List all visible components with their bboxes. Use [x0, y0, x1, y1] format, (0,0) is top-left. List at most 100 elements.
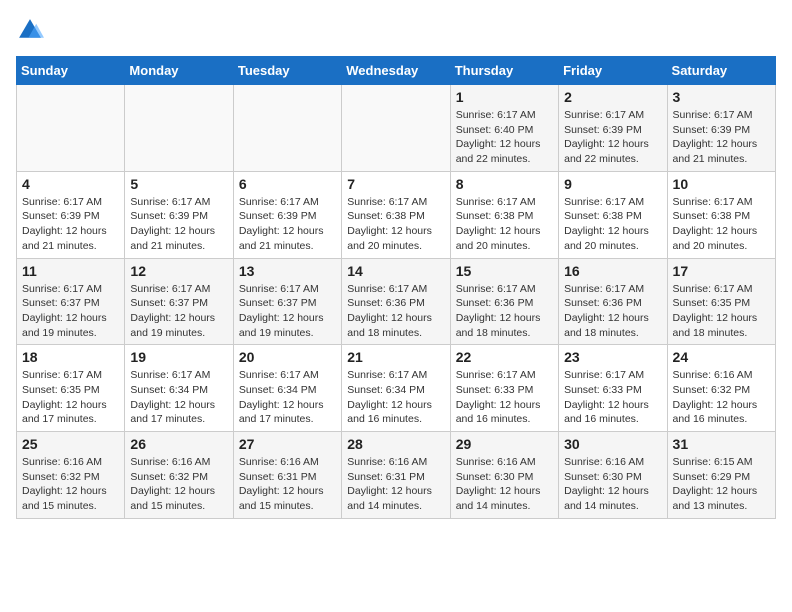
calendar-cell: 18 Sunrise: 6:17 AMSunset: 6:35 PMDayligh…	[17, 345, 125, 432]
calendar-cell	[233, 85, 341, 172]
day-info: Sunrise: 6:17 AMSunset: 6:39 PMDaylight:…	[130, 195, 227, 254]
day-number: 15	[456, 263, 553, 279]
calendar-week-row: 11 Sunrise: 6:17 AMSunset: 6:37 PMDayligh…	[17, 258, 776, 345]
calendar-cell: 21Sunrise: 6:17 AMSunset: 6:34 PMDayligh…	[342, 345, 450, 432]
day-info: Sunrise: 6:17 AMSunset: 6:38 PMDaylight:…	[564, 195, 661, 254]
calendar-cell: 2Sunrise: 6:17 AMSunset: 6:39 PMDaylight…	[559, 85, 667, 172]
day-number: 13	[239, 263, 336, 279]
day-info: Sunrise: 6:17 AMSunset: 6:34 PMDaylight:…	[239, 368, 336, 427]
calendar-cell: 17 Sunrise: 6:17 AMSunset: 6:35 PMDayligh…	[667, 258, 775, 345]
calendar-cell: 6 Sunrise: 6:17 AMSunset: 6:39 PMDaylight…	[233, 171, 341, 258]
day-info: Sunrise: 6:15 AMSunset: 6:29 PMDaylight:…	[673, 455, 770, 514]
day-number: 6	[239, 176, 336, 192]
day-number: 17	[673, 263, 770, 279]
day-number: 18	[22, 349, 119, 365]
day-number: 26	[130, 436, 227, 452]
calendar-cell: 11 Sunrise: 6:17 AMSunset: 6:37 PMDayligh…	[17, 258, 125, 345]
day-number: 7	[347, 176, 444, 192]
calendar-cell: 23 Sunrise: 6:17 AMSunset: 6:33 PMDayligh…	[559, 345, 667, 432]
day-number: 31	[673, 436, 770, 452]
day-info: Sunrise: 6:16 AMSunset: 6:30 PMDaylight:…	[564, 455, 661, 514]
day-number: 10	[673, 176, 770, 192]
day-info: Sunrise: 6:17 AMSunset: 6:37 PMDaylight:…	[130, 282, 227, 341]
calendar-cell: 9 Sunrise: 6:17 AMSunset: 6:38 PMDaylight…	[559, 171, 667, 258]
calendar-cell: 13 Sunrise: 6:17 AMSunset: 6:37 PMDayligh…	[233, 258, 341, 345]
day-number: 22	[456, 349, 553, 365]
day-info: Sunrise: 6:16 AMSunset: 6:32 PMDaylight:…	[22, 455, 119, 514]
day-info: Sunrise: 6:17 AMSunset: 6:38 PMDaylight:…	[456, 195, 553, 254]
calendar-week-row: 18 Sunrise: 6:17 AMSunset: 6:35 PMDayligh…	[17, 345, 776, 432]
day-info: Sunrise: 6:16 AMSunset: 6:32 PMDaylight:…	[130, 455, 227, 514]
calendar-week-row: 1 Sunrise: 6:17 AMSunset: 6:40 PMDaylight…	[17, 85, 776, 172]
day-number: 27	[239, 436, 336, 452]
day-info: Sunrise: 6:17 AMSunset: 6:39 PMDaylight:…	[673, 108, 770, 167]
calendar-cell: 24 Sunrise: 6:16 AMSunset: 6:32 PMDayligh…	[667, 345, 775, 432]
day-info: Sunrise: 6:17 AMSunset: 6:39 PMDaylight:…	[22, 195, 119, 254]
calendar-cell: 7Sunrise: 6:17 AMSunset: 6:38 PMDaylight…	[342, 171, 450, 258]
day-number: 9	[564, 176, 661, 192]
calendar-cell: 12Sunrise: 6:17 AMSunset: 6:37 PMDayligh…	[125, 258, 233, 345]
calendar-cell: 15 Sunrise: 6:17 AMSunset: 6:36 PMDayligh…	[450, 258, 558, 345]
day-number: 5	[130, 176, 227, 192]
day-info: Sunrise: 6:16 AMSunset: 6:31 PMDaylight:…	[239, 455, 336, 514]
calendar-week-row: 4 Sunrise: 6:17 AMSunset: 6:39 PMDaylight…	[17, 171, 776, 258]
day-info: Sunrise: 6:17 AMSunset: 6:35 PMDaylight:…	[673, 282, 770, 341]
calendar-cell	[17, 85, 125, 172]
day-info: Sunrise: 6:16 AMSunset: 6:32 PMDaylight:…	[673, 368, 770, 427]
day-info: Sunrise: 6:17 AMSunset: 6:36 PMDaylight:…	[456, 282, 553, 341]
calendar-cell: 26 Sunrise: 6:16 AMSunset: 6:32 PMDayligh…	[125, 432, 233, 519]
weekday-header-monday: Monday	[125, 57, 233, 85]
day-info: Sunrise: 6:17 AMSunset: 6:35 PMDaylight:…	[22, 368, 119, 427]
day-info: Sunrise: 6:17 AMSunset: 6:33 PMDaylight:…	[564, 368, 661, 427]
weekday-header-row: SundayMondayTuesdayWednesdayThursdayFrid…	[17, 57, 776, 85]
day-number: 2	[564, 89, 661, 105]
calendar-cell: 22 Sunrise: 6:17 AMSunset: 6:33 PMDayligh…	[450, 345, 558, 432]
day-number: 29	[456, 436, 553, 452]
day-number: 16	[564, 263, 661, 279]
calendar-cell: 4 Sunrise: 6:17 AMSunset: 6:39 PMDaylight…	[17, 171, 125, 258]
weekday-header-thursday: Thursday	[450, 57, 558, 85]
day-info: Sunrise: 6:17 AMSunset: 6:36 PMDaylight:…	[564, 282, 661, 341]
calendar-cell	[125, 85, 233, 172]
logo	[16, 16, 48, 44]
weekday-header-sunday: Sunday	[17, 57, 125, 85]
day-number: 11	[22, 263, 119, 279]
calendar-cell: 19Sunrise: 6:17 AMSunset: 6:34 PMDayligh…	[125, 345, 233, 432]
calendar-cell: 8Sunrise: 6:17 AMSunset: 6:38 PMDaylight…	[450, 171, 558, 258]
day-info: Sunrise: 6:16 AMSunset: 6:31 PMDaylight:…	[347, 455, 444, 514]
calendar-cell: 25 Sunrise: 6:16 AMSunset: 6:32 PMDayligh…	[17, 432, 125, 519]
calendar-cell: 31 Sunrise: 6:15 AMSunset: 6:29 PMDayligh…	[667, 432, 775, 519]
calendar-cell: 27 Sunrise: 6:16 AMSunset: 6:31 PMDayligh…	[233, 432, 341, 519]
calendar-cell: 20Sunrise: 6:17 AMSunset: 6:34 PMDayligh…	[233, 345, 341, 432]
calendar-cell: 3 Sunrise: 6:17 AMSunset: 6:39 PMDaylight…	[667, 85, 775, 172]
calendar-cell: 16 Sunrise: 6:17 AMSunset: 6:36 PMDayligh…	[559, 258, 667, 345]
day-info: Sunrise: 6:16 AMSunset: 6:30 PMDaylight:…	[456, 455, 553, 514]
day-info: Sunrise: 6:17 AMSunset: 6:36 PMDaylight:…	[347, 282, 444, 341]
weekday-header-wednesday: Wednesday	[342, 57, 450, 85]
calendar-cell: 30 Sunrise: 6:16 AMSunset: 6:30 PMDayligh…	[559, 432, 667, 519]
page-header	[16, 16, 776, 44]
weekday-header-saturday: Saturday	[667, 57, 775, 85]
day-number: 30	[564, 436, 661, 452]
calendar-cell	[342, 85, 450, 172]
day-number: 4	[22, 176, 119, 192]
calendar-cell: 1 Sunrise: 6:17 AMSunset: 6:40 PMDaylight…	[450, 85, 558, 172]
logo-icon	[16, 16, 44, 44]
day-number: 28	[347, 436, 444, 452]
calendar-cell: 5 Sunrise: 6:17 AMSunset: 6:39 PMDaylight…	[125, 171, 233, 258]
day-number: 25	[22, 436, 119, 452]
day-number: 1	[456, 89, 553, 105]
day-number: 24	[673, 349, 770, 365]
calendar-week-row: 25 Sunrise: 6:16 AMSunset: 6:32 PMDayligh…	[17, 432, 776, 519]
calendar-cell: 10Sunrise: 6:17 AMSunset: 6:38 PMDayligh…	[667, 171, 775, 258]
calendar-cell: 14Sunrise: 6:17 AMSunset: 6:36 PMDayligh…	[342, 258, 450, 345]
calendar-cell: 29 Sunrise: 6:16 AMSunset: 6:30 PMDayligh…	[450, 432, 558, 519]
day-info: Sunrise: 6:17 AMSunset: 6:39 PMDaylight:…	[239, 195, 336, 254]
day-info: Sunrise: 6:17 AMSunset: 6:33 PMDaylight:…	[456, 368, 553, 427]
day-info: Sunrise: 6:17 AMSunset: 6:37 PMDaylight:…	[22, 282, 119, 341]
day-number: 23	[564, 349, 661, 365]
day-info: Sunrise: 6:17 AMSunset: 6:37 PMDaylight:…	[239, 282, 336, 341]
day-number: 3	[673, 89, 770, 105]
day-info: Sunrise: 6:17 AMSunset: 6:34 PMDaylight:…	[347, 368, 444, 427]
day-info: Sunrise: 6:17 AMSunset: 6:40 PMDaylight:…	[456, 108, 553, 167]
